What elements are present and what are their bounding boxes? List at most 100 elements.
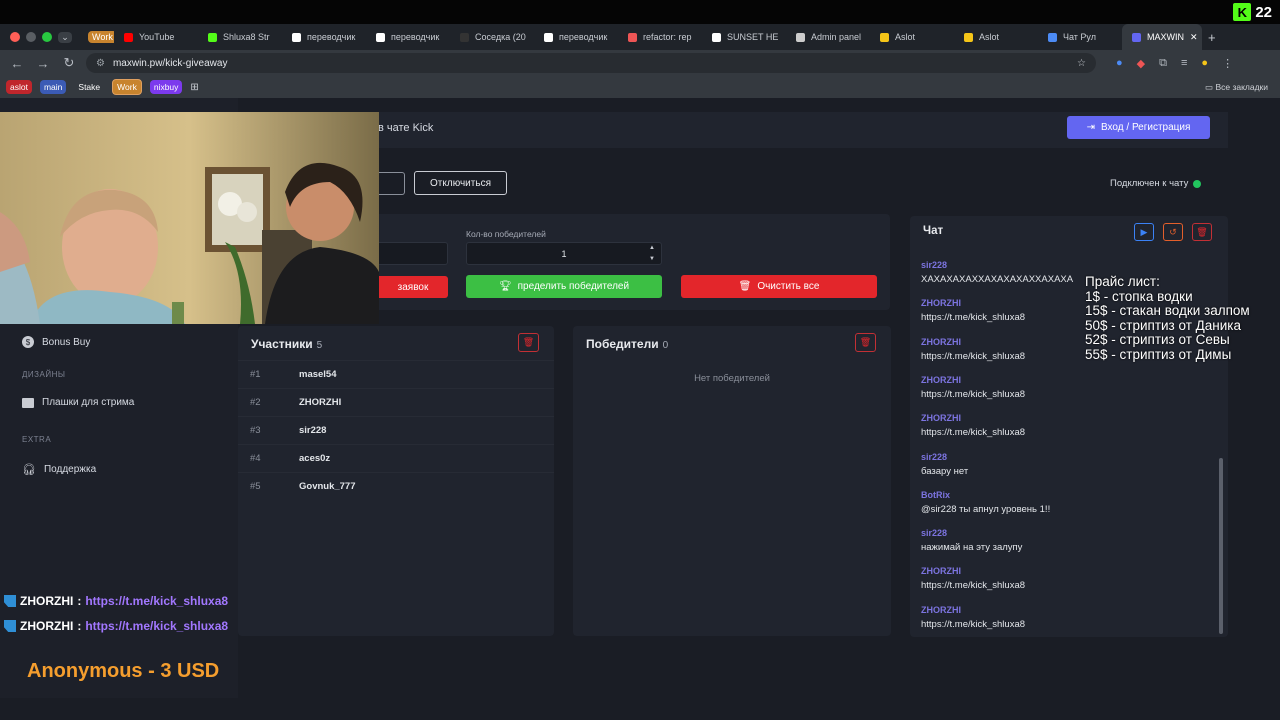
chat-connection-status: Подключен к чату: [1110, 178, 1202, 189]
participants-panel: Участники 5 🗑︎ #1 masel54 #2 ZHORZHI #3 sir228…: [238, 326, 554, 636]
kick-viewer-badge: K 22: [1233, 3, 1272, 21]
new-tab-icon[interactable]: +: [1208, 30, 1216, 45]
extension-icon[interactable]: ●: [1116, 57, 1123, 70]
overlay-chat-separator: :: [77, 594, 82, 608]
browser-tab[interactable]: Соседка (20: [450, 24, 534, 50]
reload-icon[interactable]: ↻: [56, 55, 82, 71]
participant-row: #2 ZHORZHI: [238, 388, 554, 415]
tab-group-label[interactable]: Work: [88, 31, 114, 43]
clear-participants-trash-icon[interactable]: 🗑︎: [518, 333, 539, 352]
close-tab-icon[interactable]: ✕: [1190, 32, 1198, 43]
browser-tab[interactable]: MAXWIN ✕: [1122, 24, 1202, 50]
decrement-icon[interactable]: ▼: [649, 256, 655, 262]
tab-search-icon[interactable]: ⌄: [58, 31, 72, 43]
clear-all-label: Очистить все: [757, 281, 820, 292]
tab-label: YouTube: [139, 32, 175, 42]
apps-grid-icon[interactable]: ⊞: [190, 82, 198, 93]
browser-tab[interactable]: SUNSET HE: [702, 24, 786, 50]
clear-all-button[interactable]: 🗑︎ Очистить все: [681, 275, 877, 298]
webcam-image: [0, 112, 379, 324]
extensions-puzzle-icon[interactable]: ⧉: [1159, 57, 1167, 70]
tab-favicon-icon: [712, 32, 721, 42]
zoom-window-icon[interactable]: [42, 32, 52, 42]
bookmark-item[interactable]: Work: [112, 79, 142, 95]
kick-logo-icon: K: [1233, 3, 1252, 21]
winners-count: 0: [662, 340, 669, 351]
browser-tab[interactable]: Aslot: [954, 24, 1038, 50]
sidebar-item-bonus-buy[interactable]: $ Bonus Buy: [22, 336, 90, 348]
participant-index: #4: [250, 452, 261, 464]
tab-label: SUNSET HE: [727, 32, 779, 42]
participant-name: masel54: [299, 368, 337, 380]
browser-tab[interactable]: переводчик: [282, 24, 366, 50]
tab-favicon-icon: [880, 32, 889, 42]
keyword-input[interactable]: [378, 242, 448, 265]
forward-icon[interactable]: →: [30, 56, 56, 71]
disconnect-button[interactable]: Отключиться: [414, 171, 507, 195]
increment-icon[interactable]: ▲: [649, 245, 655, 251]
site-settings-icon[interactable]: ⚙: [96, 58, 105, 69]
browser-tab[interactable]: Чат Рул: [1038, 24, 1122, 50]
price-list-overlay: Прайс лист: 1$ - стопка водки 15$ - стакан…: [1085, 274, 1250, 362]
clear-winners-trash-icon[interactable]: 🗑︎: [855, 333, 876, 352]
participant-row: #1 masel54: [238, 360, 554, 387]
browser-tab[interactable]: YouTube: [114, 24, 198, 50]
bookmark-item[interactable]: nixbuy: [149, 80, 183, 94]
play-icon[interactable]: ▶: [1134, 223, 1154, 241]
browser-address-bar: ← → ↻ ⚙ maxwin.pw/kick-giveaway ☆ ● ◆ ⧉ …: [0, 50, 1280, 76]
browser-tab[interactable]: переводчик: [534, 24, 618, 50]
close-window-icon[interactable]: [10, 32, 20, 42]
tab-label: переводчик: [559, 32, 608, 42]
participant-name: Govnuk_777: [299, 480, 356, 492]
browser-tab[interactable]: refactor: rep: [618, 24, 702, 50]
history-icon[interactable]: ↺: [1163, 223, 1183, 241]
no-winners-text: Нет победителей: [694, 373, 770, 384]
sidebar-item-stream-plates[interactable]: Плашки для стрима: [22, 397, 134, 408]
tab-label: refactor: rep: [643, 32, 692, 42]
browser-tab[interactable]: Work: [78, 24, 114, 50]
participant-index: #1: [250, 368, 261, 380]
login-register-label: Вход / Регистрация: [1100, 122, 1191, 133]
login-register-button[interactable]: ⇥ Вход / Регистрация: [1067, 116, 1210, 139]
chat-message-user: ZHORZHI: [921, 413, 961, 424]
all-bookmarks[interactable]: ▭ Все закладки: [1205, 82, 1268, 93]
back-icon[interactable]: ←: [4, 56, 30, 71]
chat-title: Чат: [923, 225, 944, 237]
pick-winners-button[interactable]: 🏆︎ пределить победителей: [466, 275, 662, 298]
participant-name: sir228: [299, 424, 327, 436]
chat-message-user: ZHORZHI: [921, 604, 961, 615]
tab-favicon-icon: [292, 32, 301, 42]
price-list-line: 52$ - стриптиз от Севы: [1085, 332, 1230, 347]
price-list-line: 15$ - стакан водки залпом: [1085, 303, 1250, 318]
winners-count-input[interactable]: 1: [466, 242, 662, 265]
winners-title-text: Победители: [586, 337, 659, 351]
chat-message-text: https://t.me/kick_shluxa8: [921, 350, 1026, 362]
collect-entries-button[interactable]: заявок: [378, 276, 448, 298]
bookmark-star-icon[interactable]: ☆: [1077, 58, 1086, 69]
connection-status-text: Подключен к чату: [1110, 178, 1189, 189]
trash-icon[interactable]: 🗑︎: [1192, 223, 1212, 241]
tab-label: Соседка (20: [475, 32, 526, 42]
url-field[interactable]: ⚙ maxwin.pw/kick-giveaway ☆: [86, 53, 1096, 73]
participant-name: aces0z: [299, 452, 331, 464]
bookmark-item[interactable]: Stake: [74, 80, 104, 94]
bookmark-item[interactable]: main: [39, 80, 67, 94]
tab-favicon-icon: [460, 32, 469, 42]
browser-tab[interactable]: Aslot: [870, 24, 954, 50]
connect-button[interactable]: [378, 172, 405, 195]
browser-tab[interactable]: переводчик: [366, 24, 450, 50]
browser-tab[interactable]: Shluxa8 Str: [198, 24, 282, 50]
profile-avatar[interactable]: ●: [1201, 57, 1208, 70]
sidebar-item-support[interactable]: 🎧︎ Поддержка: [22, 463, 96, 476]
menu-icon[interactable]: ⋮: [1222, 57, 1233, 70]
price-list-line: 50$ - стриптиз от Даника: [1085, 317, 1241, 333]
sidebar-item-label: Bonus Buy: [42, 336, 91, 348]
tab-label: переводчик: [307, 32, 356, 42]
bookmark-item[interactable]: aslot: [6, 80, 32, 94]
minimize-window-icon[interactable]: [26, 32, 36, 42]
extension-icon[interactable]: ◆: [1137, 57, 1145, 70]
chat-scrollbar[interactable]: [1219, 458, 1223, 634]
reading-list-icon[interactable]: ≡: [1181, 57, 1187, 70]
browser-tab[interactable]: Admin panel: [786, 24, 870, 50]
winners-count-stepper[interactable]: ▲ ▼: [645, 243, 659, 264]
